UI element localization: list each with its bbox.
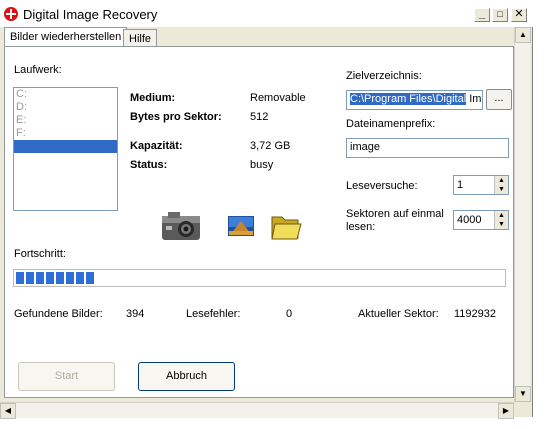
- spin-up-icon[interactable]: ▲: [495, 176, 508, 185]
- picture-icon: [228, 216, 254, 236]
- prefix-field[interactable]: image: [346, 138, 509, 158]
- horizontal-scrollbar[interactable]: ◀ ▶: [0, 402, 514, 419]
- progress-block: [76, 272, 84, 284]
- spin-up-icon[interactable]: ▲: [495, 211, 508, 220]
- drive-label: Laufwerk:: [14, 64, 62, 76]
- title-bar: Digital Image Recovery _ □ ✕: [0, 0, 533, 27]
- read-errors-value: 0: [286, 308, 293, 320]
- current-sector-label: Aktueller Sektor:: [358, 308, 439, 320]
- drive-item[interactable]: E:: [14, 114, 117, 127]
- retries-spinner[interactable]: 1 ▲ ▼: [453, 175, 509, 195]
- retries-label: Leseversuche:: [346, 180, 418, 192]
- progress-block: [16, 272, 24, 284]
- sectors-spinner[interactable]: 4000 ▲ ▼: [453, 210, 509, 230]
- sectors-label: Sektoren auf einmal lesen:: [346, 208, 444, 233]
- app-window: Digital Image Recovery _ □ ✕ Bilder wied…: [0, 0, 533, 419]
- drive-item[interactable]: F:: [14, 127, 117, 140]
- progress-bar: [13, 269, 506, 287]
- capacity-value: 3,72 GB: [250, 140, 291, 152]
- current-sector-value: 1192932: [454, 308, 497, 320]
- target-dir-rest-text: Ima: [469, 93, 482, 105]
- progress-block: [86, 272, 94, 284]
- retries-value: 1: [457, 179, 464, 191]
- prefix-label: Dateinamenprefix:: [346, 118, 436, 130]
- bytes-per-sector-value: 512: [250, 111, 269, 123]
- retries-arrows[interactable]: ▲ ▼: [494, 176, 508, 194]
- drive-item-selected[interactable]: [14, 140, 117, 153]
- cancel-button[interactable]: Abbruch: [138, 362, 235, 391]
- scroll-down-icon[interactable]: ▼: [515, 386, 531, 402]
- sectors-arrows[interactable]: ▲ ▼: [494, 211, 508, 229]
- folder-icon: [271, 216, 302, 240]
- tab-help[interactable]: Hilfe: [123, 29, 158, 47]
- found-images-value: 394: [126, 308, 145, 320]
- camera-icon: [162, 212, 200, 240]
- drive-listbox[interactable]: C: D: E: F:: [13, 87, 118, 211]
- medium-value: Removable: [250, 92, 306, 104]
- sectors-value: 4000: [457, 214, 482, 226]
- status-value: busy: [250, 159, 274, 171]
- drive-item[interactable]: D:: [14, 101, 117, 114]
- target-dir-field[interactable]: C:\Program Files\Digital Ima: [346, 90, 483, 110]
- progress-block: [26, 272, 34, 284]
- app-icon: [4, 7, 18, 21]
- found-images-label: Gefundene Bilder:: [14, 308, 103, 320]
- minimize-button[interactable]: _: [474, 8, 490, 22]
- bytes-per-sector-label: Bytes pro Sektor:: [130, 111, 222, 123]
- progress-block: [56, 272, 64, 284]
- progress-block: [66, 272, 74, 284]
- scroll-up-icon[interactable]: ▲: [515, 27, 531, 43]
- progress-fill: [16, 272, 503, 284]
- spin-down-icon[interactable]: ▼: [495, 220, 508, 229]
- progress-block: [36, 272, 44, 284]
- tab-recover-images[interactable]: Bilder wiederherstellen: [4, 27, 128, 47]
- vertical-scrollbar[interactable]: ▲ ▼: [514, 27, 531, 402]
- close-button[interactable]: ✕: [511, 8, 527, 22]
- target-dir-selected-text: C:\Program Files\Digital: [350, 93, 467, 105]
- progress-block: [46, 272, 54, 284]
- start-button[interactable]: Start: [18, 362, 115, 391]
- progress-label: Fortschritt:: [14, 248, 66, 260]
- scroll-right-icon[interactable]: ▶: [498, 403, 514, 419]
- browse-button[interactable]: ...: [486, 89, 512, 110]
- status-label: Status:: [130, 159, 168, 171]
- read-errors-label: Lesefehler:: [186, 308, 241, 320]
- target-dir-label: Zielverzeichnis:: [346, 70, 422, 82]
- maximize-button[interactable]: □: [492, 8, 508, 22]
- capacity-label: Kapazität:: [130, 140, 183, 152]
- drive-item[interactable]: C:: [14, 88, 117, 101]
- medium-label: Medium:: [130, 92, 176, 104]
- window-title: Digital Image Recovery: [23, 7, 158, 22]
- spin-down-icon[interactable]: ▼: [495, 185, 508, 194]
- scroll-left-icon[interactable]: ◀: [0, 403, 16, 419]
